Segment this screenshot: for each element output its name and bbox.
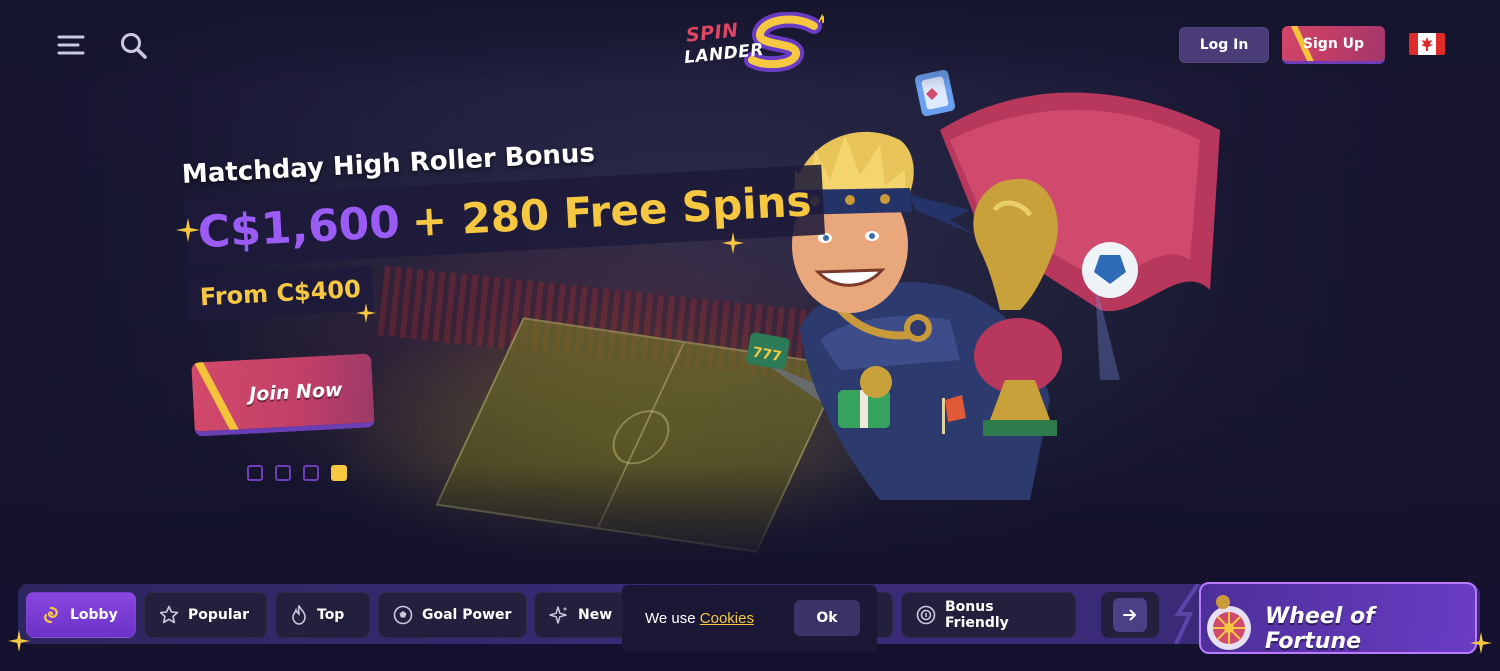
sparkle-icon <box>1470 632 1492 654</box>
cookie-message: We use <box>645 610 696 627</box>
sparkle-icon <box>8 630 30 652</box>
category-goal-power[interactable]: Goal Power <box>378 592 527 638</box>
carousel-dots <box>247 465 347 481</box>
signup-button-label: Sign Up <box>1302 35 1365 52</box>
sparkle-icon <box>549 606 568 624</box>
sparkle-icon <box>722 232 744 254</box>
category-label: Bonus Friendly <box>945 599 1009 631</box>
maple-leaf-icon <box>1421 37 1433 51</box>
carousel-dot[interactable] <box>247 465 263 481</box>
sparkle-icon <box>356 303 376 323</box>
category-top[interactable]: Top <box>275 592 370 638</box>
lobby-swirl-icon <box>44 606 58 624</box>
cookies-link[interactable]: Cookies <box>700 610 754 627</box>
cookie-ok-button[interactable]: Ok <box>794 600 860 636</box>
superhero-illustration: 777 <box>746 69 1220 500</box>
category-bonus-friendly[interactable]: Bonus Friendly <box>901 592 1076 638</box>
join-now-button[interactable]: Join Now <box>191 353 375 437</box>
join-now-label: Join Now <box>248 378 344 406</box>
category-label: New <box>578 607 613 623</box>
carousel-dot[interactable] <box>303 465 319 481</box>
login-button[interactable]: Log In <box>1179 27 1269 63</box>
cookie-text: We use Cookies <box>645 610 754 627</box>
signup-button[interactable]: Sign Up <box>1282 26 1385 64</box>
category-lobby[interactable]: Lobby <box>26 592 136 638</box>
category-new[interactable]: New <box>534 592 634 638</box>
wheel-of-fortune-button[interactable]: Wheel of Fortune <box>1199 582 1477 654</box>
category-label: Popular <box>188 607 250 623</box>
fortune-wheel-icon <box>1207 595 1251 650</box>
sparkle-icon <box>176 218 200 242</box>
spinlander-logo[interactable]: SPIN LANDER <box>672 10 824 80</box>
promo-free-spins: + 280 Free Spins <box>410 175 813 246</box>
bonus-coin-icon <box>916 605 936 625</box>
arrow-right-icon <box>1113 598 1147 632</box>
soccer-ball-icon <box>393 605 413 625</box>
cookie-banner: We use Cookies Ok <box>622 585 877 651</box>
category-label: Goal Power <box>422 607 512 623</box>
carousel-dot[interactable] <box>275 465 291 481</box>
category-label: Lobby <box>70 607 118 623</box>
category-label: Top <box>317 607 345 623</box>
carousel-dot-active[interactable] <box>331 465 347 481</box>
search-icon[interactable] <box>119 31 149 61</box>
category-popular[interactable]: Popular <box>144 592 267 638</box>
wheel-of-fortune-label: Wheel of Fortune <box>1265 604 1375 654</box>
flame-icon <box>292 605 306 625</box>
hamburger-menu-icon[interactable] <box>56 33 86 57</box>
category-next-button[interactable] <box>1101 592 1159 638</box>
top-header: SPIN LANDER Log In Sign Up <box>0 0 1500 90</box>
star-icon <box>159 605 179 624</box>
canada-flag-icon[interactable] <box>1409 33 1445 55</box>
promo-amount: C$1,600 <box>196 196 402 258</box>
